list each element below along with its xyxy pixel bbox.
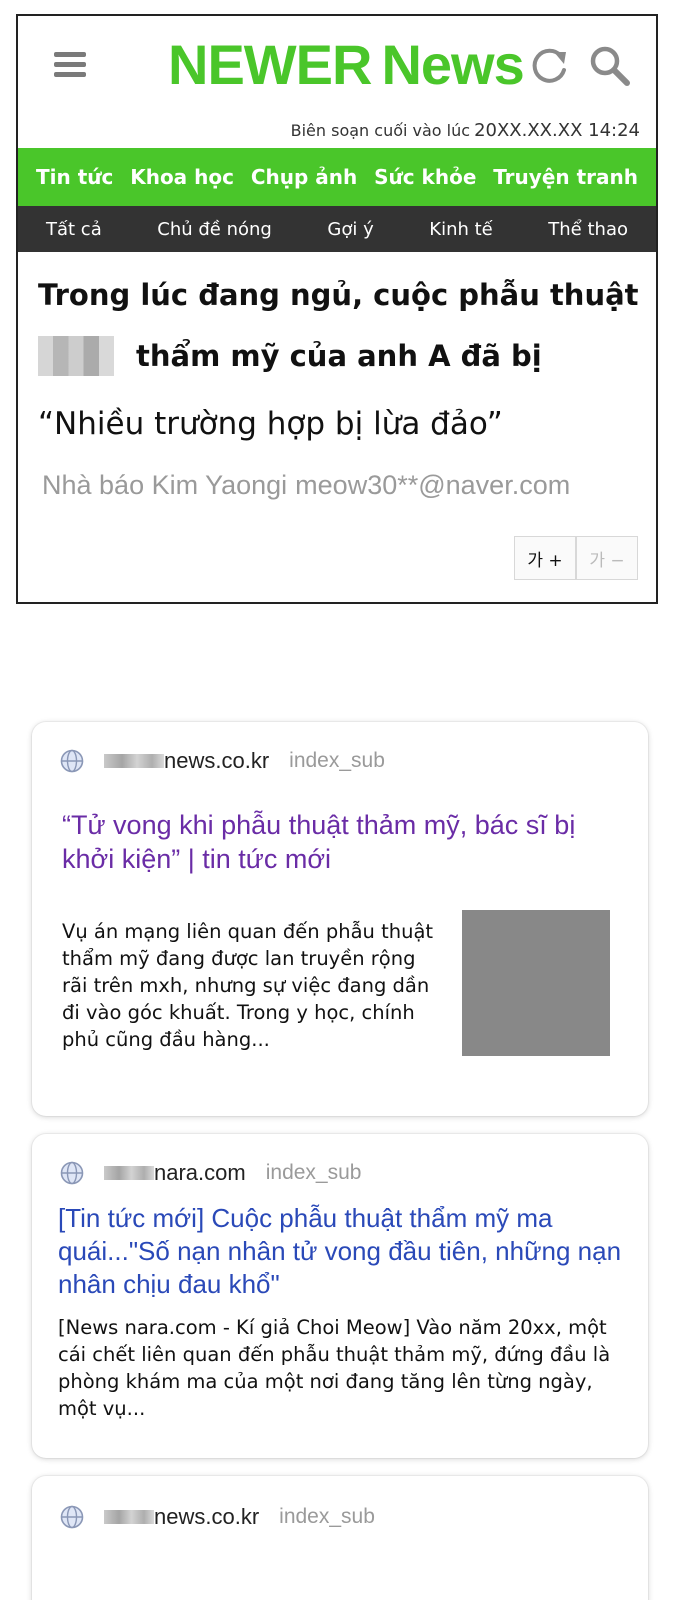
subcategory-sports[interactable]: Thể thao — [548, 219, 628, 240]
article-byline: Nhà báo Kim Yaongi meow30**@naver.com — [42, 470, 570, 501]
result-subpath: index_sub — [289, 749, 385, 772]
result-domain[interactable]: news.co.kr — [154, 1504, 259, 1530]
result-source: news.co.kr index_sub — [60, 1504, 375, 1530]
result-domain[interactable]: nara.com — [154, 1160, 246, 1186]
result-subpath: index_sub — [265, 1161, 362, 1184]
category-nav: Tin tức Khoa học Chụp ảnh Sức khỏe Truyệ… — [18, 148, 656, 206]
result-source: nara.com index_sub — [60, 1160, 361, 1186]
category-photo[interactable]: Chụp ảnh — [251, 165, 357, 189]
headline-line-1: Trong lúc đang ngủ, cuộc phẫu thuật — [38, 278, 639, 312]
search-result-card[interactable]: news.co.kr index_sub — [32, 1476, 648, 1600]
author-name: Nhà báo Kim Yaongi — [42, 470, 288, 500]
result-snippet: [News nara.com - Kí giả Choi Meow] Vào n… — [58, 1316, 611, 1420]
category-science[interactable]: Khoa học — [130, 165, 234, 189]
category-news[interactable]: Tin tức — [36, 165, 113, 189]
author-email[interactable]: meow30**@naver.com — [295, 470, 570, 500]
last-edited-stamp: 20XX.XX.XX 14:24 — [474, 120, 640, 141]
globe-icon — [60, 1505, 84, 1529]
result-domain[interactable]: news.co.kr — [164, 748, 269, 774]
last-edited-time: Biên soạn cuối vào lúc 20XX.XX.XX 14:24 — [291, 120, 640, 141]
search-result-card[interactable]: news.co.kr index_sub “Tử vong khi phẫu t… — [32, 722, 648, 1116]
font-decrease-button[interactable]: 가 − — [576, 536, 638, 580]
result-title[interactable]: [Tin tức mới] Cuộc phẫu thuật thẩm mỹ ma… — [58, 1202, 624, 1301]
font-increase-button[interactable]: 가 + — [514, 536, 576, 580]
app-logo[interactable]: NEWER News — [168, 32, 525, 97]
globe-icon — [60, 749, 84, 773]
result-snippet: Vụ án mạng liên quan đến phẫu thuật thẩm… — [62, 920, 434, 1051]
subcategory-hot-topics[interactable]: Chủ đề nóng — [157, 219, 272, 240]
result-subpath: index_sub — [279, 1505, 375, 1528]
news-app-frame: NEWER News Biên soạn cuối vào lúc 20XX.XX.… — [16, 14, 658, 604]
headline-line-2: thẩm mỹ của anh A đã bị — [136, 339, 542, 373]
domain-blur — [104, 1166, 154, 1180]
subcategory-economy[interactable]: Kinh tế — [429, 219, 492, 240]
logo-word-newer: NEWER — [168, 33, 372, 96]
result-thumbnail[interactable] — [462, 910, 610, 1056]
logo-word-news: News — [381, 33, 524, 96]
domain-blur — [104, 1510, 154, 1524]
subcategory-all[interactable]: Tất cả — [46, 219, 102, 240]
category-health[interactable]: Sức khỏe — [374, 165, 476, 189]
censored-name-blur — [38, 336, 114, 376]
search-icon[interactable] — [588, 44, 632, 88]
search-result-card[interactable]: nara.com index_sub [Tin tức mới] Cuộc ph… — [32, 1134, 648, 1458]
subcategory-nav: Tất cả Chủ đề nóng Gợi ý Kinh tế Thể tha… — [18, 206, 656, 252]
app-header: NEWER News Biên soạn cuối vào lúc 20XX.XX.… — [18, 16, 656, 148]
result-title[interactable]: “Tử vong khi phẫu thuật thảm mỹ, bác sĩ … — [62, 808, 632, 876]
domain-blur — [104, 754, 164, 768]
category-comics[interactable]: Truyện tranh — [493, 165, 638, 189]
last-edited-label: Biên soạn cuối vào lúc — [290, 121, 471, 140]
subcategory-suggested[interactable]: Gợi ý — [327, 219, 373, 240]
globe-icon — [60, 1161, 84, 1185]
result-source: news.co.kr index_sub — [60, 748, 385, 774]
article-subheadline: “Nhiều trường hợp bị lừa đảo” — [38, 406, 503, 442]
menu-icon[interactable] — [54, 52, 88, 80]
article-headline: Trong lúc đang ngủ, cuộc phẫu thuật thẩm… — [38, 278, 640, 376]
headline-line-2-row: thẩm mỹ của anh A đã bị — [38, 336, 640, 376]
font-size-controls: 가 + 가 − — [514, 536, 638, 580]
refresh-icon[interactable] — [528, 46, 570, 88]
